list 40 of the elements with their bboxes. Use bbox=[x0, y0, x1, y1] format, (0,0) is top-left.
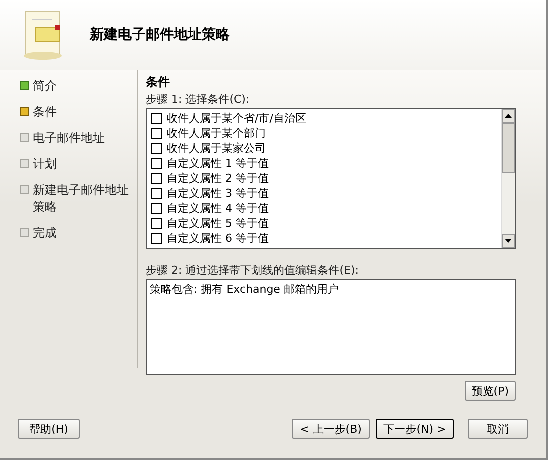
scroll-thumb[interactable] bbox=[502, 123, 515, 173]
scroll-up-button[interactable] bbox=[502, 109, 515, 123]
step-label: 电子邮件地址 bbox=[33, 130, 105, 147]
cancel-button[interactable]: 取消 bbox=[468, 419, 528, 439]
checkbox[interactable] bbox=[151, 218, 162, 228]
down-arrow-icon bbox=[505, 239, 512, 243]
checkbox[interactable] bbox=[151, 188, 162, 198]
up-arrow-icon bbox=[505, 114, 512, 118]
condition-text: 策略包含: 拥有 Exchange 邮箱的用户 bbox=[150, 283, 339, 296]
checkbox[interactable] bbox=[151, 232, 162, 244]
condition-label: 收件人属于某个省/市/自治区 bbox=[167, 110, 306, 126]
checkbox[interactable] bbox=[151, 128, 162, 138]
preview-button[interactable]: 预览(P) bbox=[464, 381, 516, 401]
step-label: 计划 bbox=[33, 156, 57, 173]
checkbox[interactable] bbox=[151, 112, 162, 124]
checkbox[interactable] bbox=[151, 172, 162, 184]
wizard-title: 新建电子邮件地址策略 bbox=[90, 26, 230, 44]
scroll-down-button[interactable] bbox=[502, 234, 515, 248]
checkbox[interactable] bbox=[151, 142, 162, 154]
condition-label: 自定义属性 2 等于值 bbox=[167, 170, 269, 186]
checkbox[interactable] bbox=[151, 202, 162, 214]
checkbox[interactable] bbox=[151, 158, 162, 168]
back-button[interactable]: < 上一步(B) bbox=[292, 419, 370, 439]
condition-label: 自定义属性 4 等于值 bbox=[167, 200, 269, 216]
condition-label: 自定义属性 6 等于值 bbox=[167, 230, 269, 246]
condition-label: 收件人属于某个部门 bbox=[167, 126, 266, 140]
condition-label: 自定义属性 1 等于值 bbox=[167, 156, 269, 170]
condition-label: 自定义属性 5 等于值 bbox=[167, 216, 269, 230]
step-label: 条件 bbox=[33, 104, 57, 121]
condition-label: 收件人属于某家公司 bbox=[167, 140, 266, 156]
help-button[interactable]: 帮助(H) bbox=[18, 419, 80, 439]
step-label: 简介 bbox=[33, 78, 57, 95]
next-button[interactable]: 下一步(N) > bbox=[376, 419, 454, 439]
condition-label: 自定义属性 3 等于值 bbox=[167, 186, 269, 200]
section-title: 条件 bbox=[146, 74, 171, 91]
step-label: 步骤 1: 选择条件(C): bbox=[146, 92, 251, 107]
step-label: 步骤 2: 通过选择带下划线的值编辑条件(E): bbox=[146, 263, 360, 278]
step-label: 新建电子邮件地址策略 bbox=[33, 182, 130, 216]
condition-text-area[interactable]: 策略包含: 拥有 Exchange 邮箱的用户 bbox=[146, 279, 516, 375]
step-label: 完成 bbox=[33, 225, 57, 242]
